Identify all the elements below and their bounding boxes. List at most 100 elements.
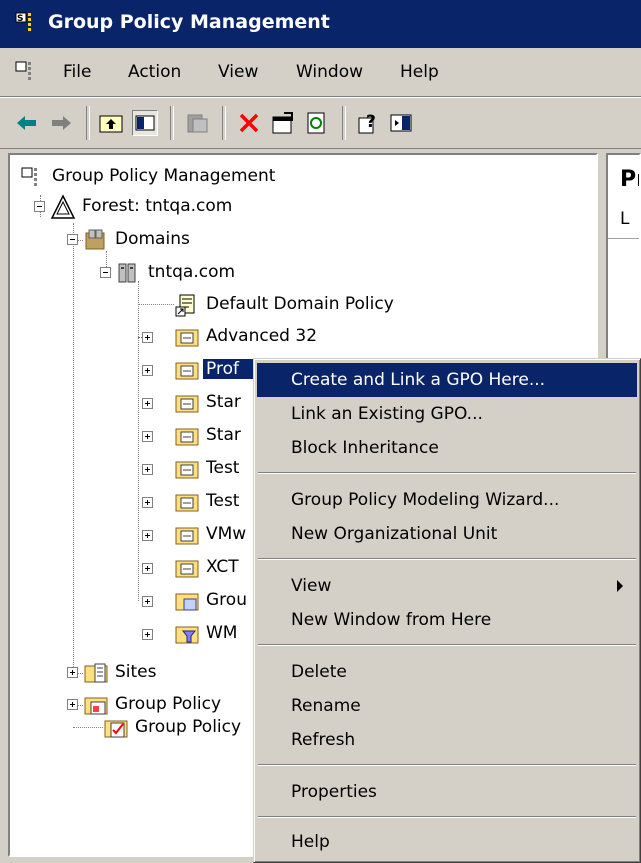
tree-node-label: XCT <box>206 557 239 577</box>
tree-node-label: WM <box>206 623 238 643</box>
tree-node-label: Star <box>206 392 241 412</box>
tree-node-label: Group Policy <box>115 694 222 714</box>
menu-item-new-window[interactable]: New Window from Here <box>257 603 637 637</box>
menu-item-properties[interactable]: Properties <box>257 775 637 809</box>
expand-toggle[interactable] <box>142 629 153 640</box>
toolbar-separator <box>170 106 174 140</box>
tree-node-label: Star <box>206 425 241 445</box>
expand-toggle[interactable] <box>142 398 153 409</box>
menu-item-label: Block Inheritance <box>291 438 439 458</box>
tree-node-label: VMw <box>206 524 247 544</box>
tree-node-ou[interactable]: Advanced 32 <box>174 323 374 351</box>
collapse-toggle[interactable] <box>100 267 111 278</box>
menu-item-label: Rename <box>291 696 361 716</box>
svg-text:?: ? <box>366 112 376 132</box>
ou-folder-icon <box>175 494 199 512</box>
menu-item-gp-modeling-wizard[interactable]: Group Policy Modeling Wizard... <box>257 483 637 517</box>
tree-node-label: Sites <box>115 662 157 682</box>
delete-icon[interactable] <box>236 110 262 136</box>
menu-separator <box>258 472 636 474</box>
menu-item-create-link-gpo[interactable]: Create and Link a GPO Here... <box>257 363 637 397</box>
menu-item-label: New Organizational Unit <box>291 524 498 544</box>
menu-help[interactable]: Help <box>400 62 439 82</box>
gp-results-icon <box>104 720 128 738</box>
show-hide-tree-button[interactable] <box>132 110 158 136</box>
menu-item-help[interactable]: Help <box>257 825 637 859</box>
tree-line <box>73 727 103 728</box>
expand-toggle[interactable] <box>67 667 78 678</box>
menu-item-label: New Window from Here <box>291 610 492 630</box>
wmi-filter-icon <box>175 626 199 644</box>
expand-toggle[interactable] <box>142 365 153 376</box>
menu-item-label: Link an Existing GPO... <box>291 404 483 424</box>
tree-node-domains[interactable]: Domains <box>83 226 383 254</box>
menu-item-block-inheritance[interactable]: Block Inheritance <box>257 431 637 465</box>
context-menu: Create and Link a GPO Here... Link an Ex… <box>253 358 641 863</box>
expand-toggle[interactable] <box>142 464 153 475</box>
menu-separator <box>258 644 636 646</box>
collapse-toggle[interactable] <box>34 201 45 212</box>
tree-node-label: Domains <box>115 229 190 249</box>
tree-node-label: Test <box>206 458 240 478</box>
expand-toggle[interactable] <box>142 563 153 574</box>
menu-item-new-ou[interactable]: New Organizational Unit <box>257 517 637 551</box>
title-bar: S Group Policy Management <box>0 0 641 48</box>
menu-window[interactable]: Window <box>296 62 363 82</box>
group-policy-icon[interactable] <box>14 58 40 84</box>
tree-node-default-domain-policy[interactable]: Default Domain Policy <box>174 291 474 319</box>
tree-line <box>73 223 74 677</box>
action-pane-icon[interactable] <box>388 110 414 136</box>
menu-view[interactable]: View <box>218 62 258 82</box>
tree-line <box>138 281 139 601</box>
tree-node-root[interactable]: Group Policy Management <box>20 163 320 191</box>
tree-node-label: Group Policy Management <box>52 166 276 186</box>
ou-folder-icon <box>175 461 199 479</box>
menu-action[interactable]: Action <box>128 62 181 82</box>
menu-item-refresh[interactable]: Refresh <box>257 723 637 757</box>
export-list-icon[interactable] <box>184 110 210 136</box>
tree-node-domain[interactable]: tntqa.com <box>116 259 416 287</box>
tree-node-label: Default Domain Policy <box>206 294 394 314</box>
expand-toggle[interactable] <box>142 431 153 442</box>
menu-item-label: View <box>291 576 332 596</box>
expand-toggle[interactable] <box>67 699 78 710</box>
menu-item-delete[interactable]: Delete <box>257 655 637 689</box>
sites-icon <box>84 663 108 683</box>
menu-bar: File Action View Window Help <box>0 48 641 97</box>
expand-toggle[interactable] <box>142 530 153 541</box>
menu-item-rename[interactable]: Rename <box>257 689 637 723</box>
toolbar-separator <box>86 106 90 140</box>
menu-item-label: Group Policy Modeling Wizard... <box>291 490 560 510</box>
container-folder-icon <box>175 593 199 611</box>
tree-node-label: tntqa.com <box>148 262 236 282</box>
expand-toggle[interactable] <box>142 332 153 343</box>
menu-item-link-existing-gpo[interactable]: Link an Existing GPO... <box>257 397 637 431</box>
properties-icon[interactable] <box>270 110 296 136</box>
collapse-toggle[interactable] <box>67 234 78 245</box>
menu-separator <box>258 816 636 818</box>
ou-folder-icon <box>175 395 199 413</box>
menu-separator <box>258 764 636 766</box>
forward-arrow-icon[interactable] <box>48 110 74 136</box>
domains-icon <box>85 229 105 250</box>
tree-node-label: Forest: tntqa.com <box>82 196 233 216</box>
submenu-arrow-icon <box>617 580 623 592</box>
ou-folder-icon <box>175 428 199 446</box>
up-folder-icon[interactable] <box>98 110 124 136</box>
menu-file[interactable]: File <box>63 62 91 82</box>
menu-item-label: Help <box>291 832 330 852</box>
expand-toggle[interactable] <box>142 497 153 508</box>
tree-line <box>138 304 174 305</box>
expand-toggle[interactable] <box>142 596 153 607</box>
toolbar-separator <box>222 106 226 140</box>
gpo-link-icon <box>175 294 195 317</box>
tree-node-label: Advanced 32 <box>206 326 318 346</box>
help-icon[interactable]: ? <box>356 110 382 136</box>
tree-node-forest[interactable]: Forest: tntqa.com <box>50 193 350 221</box>
back-arrow-icon[interactable] <box>14 110 40 136</box>
refresh-icon[interactable] <box>304 110 330 136</box>
menu-item-view[interactable]: View <box>257 569 637 603</box>
menu-item-label: Refresh <box>291 730 356 750</box>
group-policy-icon: S <box>15 12 31 31</box>
details-tab[interactable]: L <box>620 209 629 229</box>
